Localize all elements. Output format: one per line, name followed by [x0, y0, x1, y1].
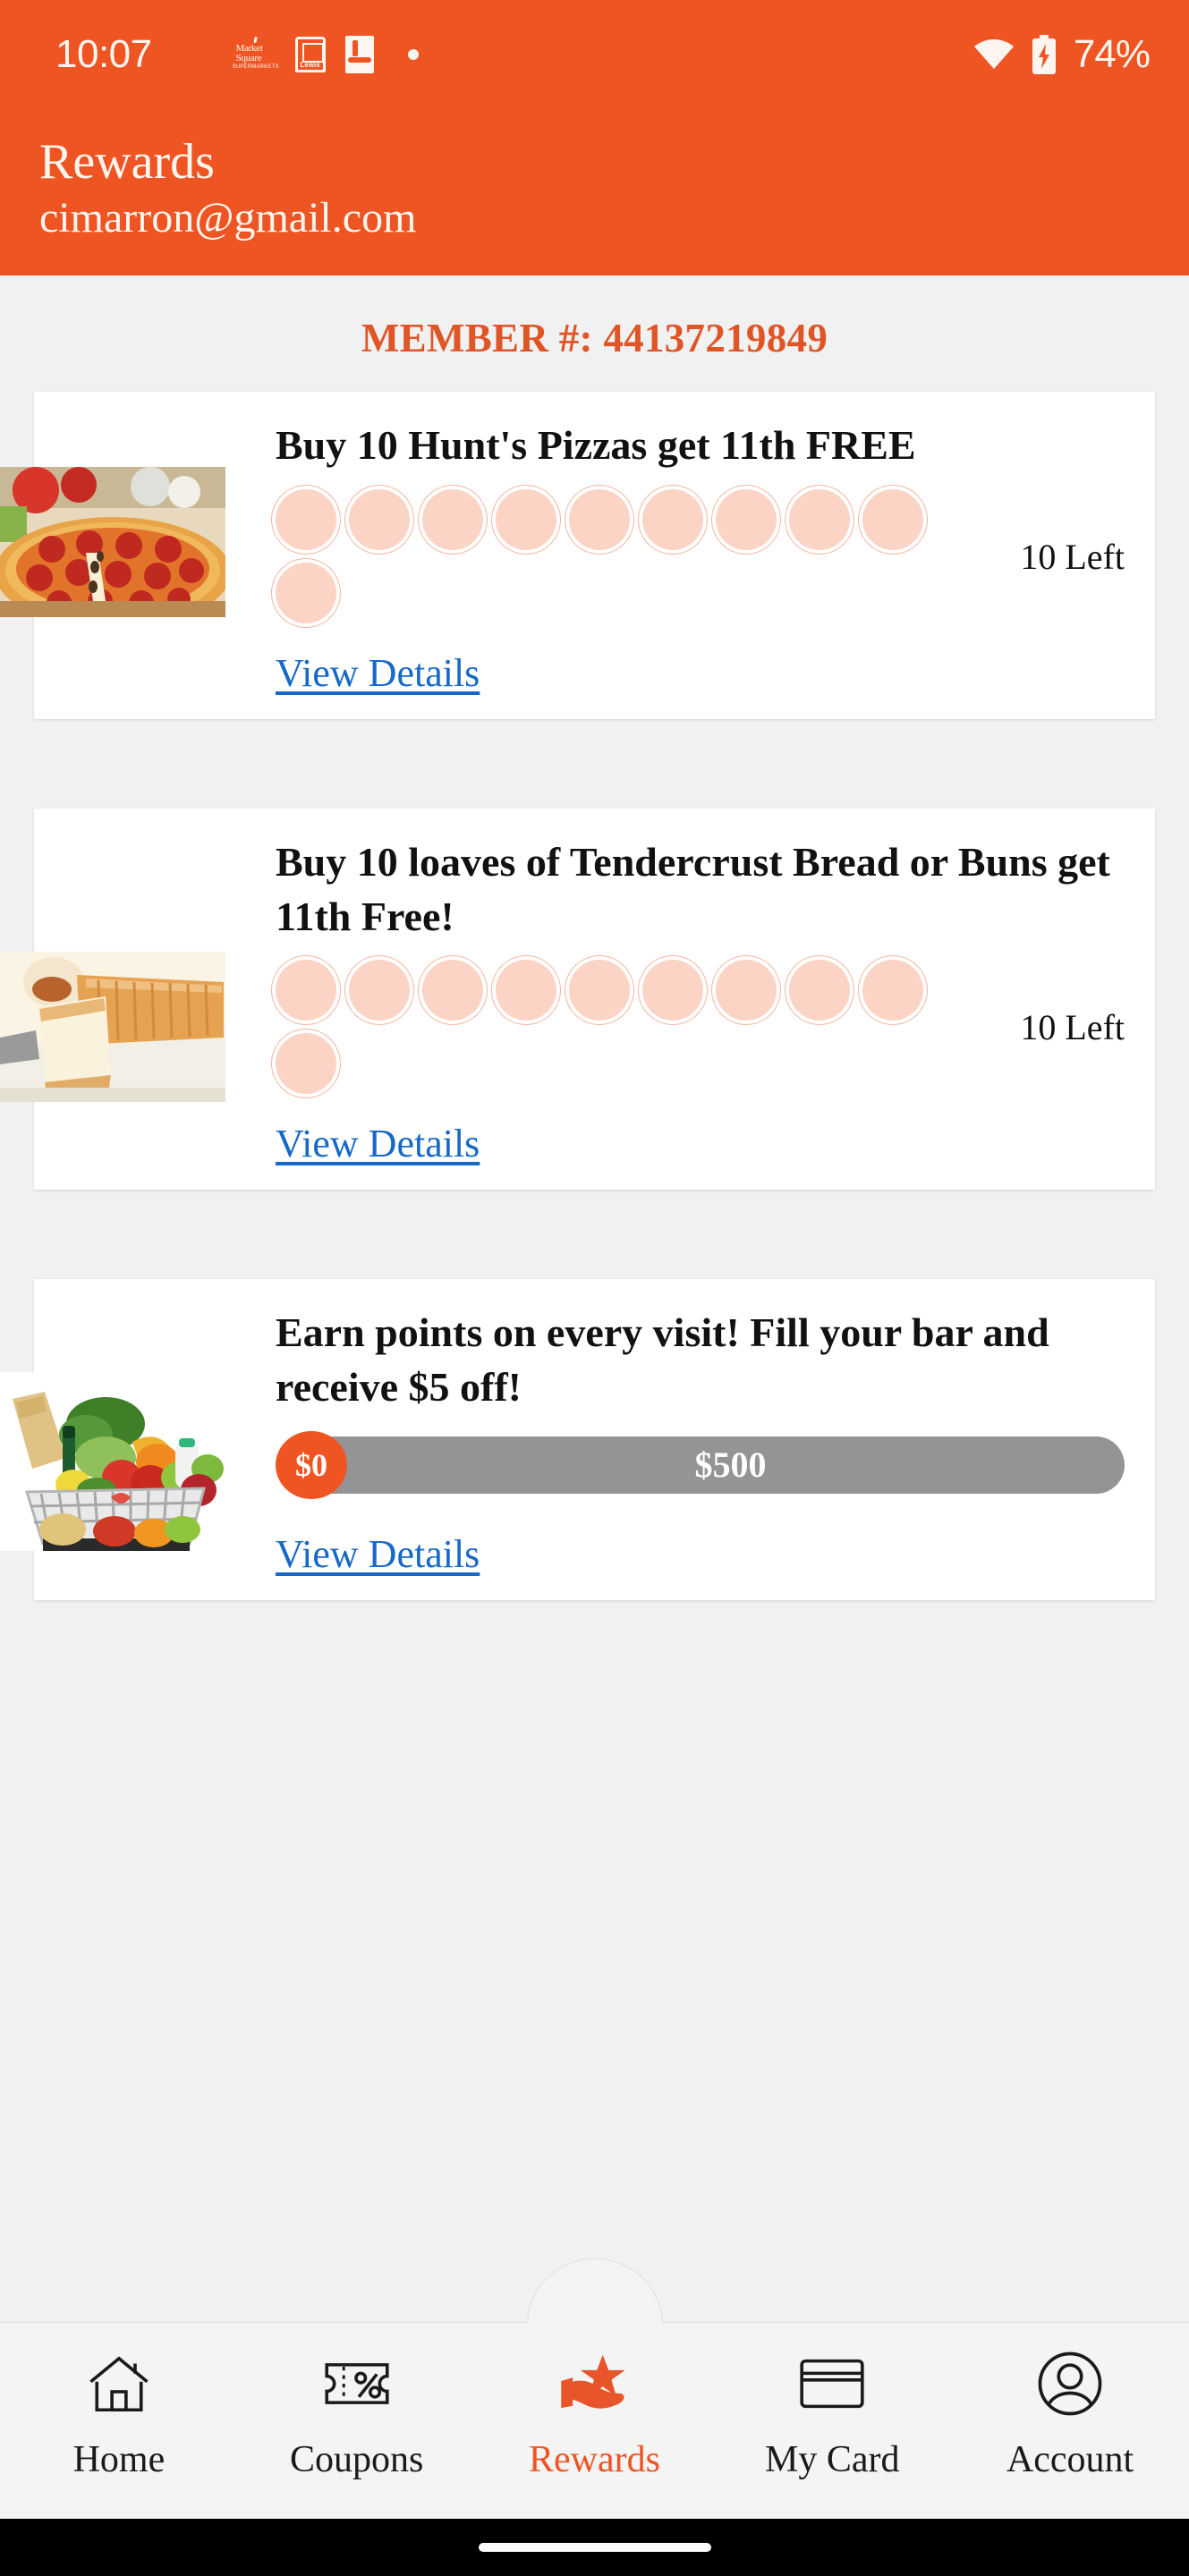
- app-header: Rewards cimarron@gmail.com: [0, 109, 1189, 276]
- progress-goal-label: $500: [694, 1445, 767, 1486]
- notch-mask: [525, 2323, 664, 2332]
- points-progress-bar[interactable]: $500 $0: [276, 1430, 1125, 1499]
- member-number: MEMBER #: 44137219849: [361, 316, 828, 361]
- bottom-navigation-bar: Home Coupons Rewards My Card Account: [0, 2258, 1189, 2519]
- stamp-progress: 10 Left: [276, 960, 1125, 1095]
- reward-stamp[interactable]: [862, 960, 923, 1021]
- reward-stamp[interactable]: [422, 489, 483, 551]
- grocery-basket-produce-photo: [0, 1372, 225, 1552]
- status-bar-left: 10:07 Market Square SUPERMARKETS Lewis: [55, 32, 973, 77]
- reward-card[interactable]: Earn points on every visit! Fill your ba…: [0, 1279, 1155, 1600]
- reward-stamp[interactable]: [276, 1033, 336, 1095]
- nav-label-my-card: My Card: [765, 2439, 900, 2480]
- reward-stamp[interactable]: [569, 960, 630, 1021]
- reward-title: Buy 10 loaves of Tendercrust Bread or Bu…: [276, 839, 1110, 939]
- reward-title: Earn points on every visit! Fill your ba…: [276, 1309, 1049, 1411]
- strawberry-app-icon: [183, 38, 217, 72]
- pepperoni-pizza-photo: [0, 467, 225, 618]
- reward-stamp[interactable]: [789, 489, 850, 551]
- progress-knob[interactable]: $0: [276, 1430, 347, 1499]
- sliced-bread-loaf-photo: [0, 952, 225, 1103]
- gesture-pill[interactable]: [478, 2543, 711, 2552]
- battery-percent: 74%: [1073, 32, 1151, 76]
- page-title: Rewards: [39, 134, 215, 190]
- reward-stamp[interactable]: [642, 960, 703, 1021]
- status-clock: 10:07: [55, 32, 152, 76]
- reward-stamp[interactable]: [789, 960, 850, 1021]
- reward-stamp[interactable]: [349, 960, 410, 1021]
- stamps-remaining-label: 10 Left: [1020, 1006, 1125, 1047]
- member-number-row: MEMBER #: 44137219849: [0, 275, 1189, 392]
- person-circle-icon: [1032, 2346, 1108, 2421]
- battery-charging-icon: [1031, 35, 1057, 74]
- reward-stamp[interactable]: [349, 489, 410, 551]
- stamps-remaining-label: 10 Left: [1020, 536, 1125, 577]
- nav-label-account: Account: [1006, 2439, 1134, 2480]
- view-details-link[interactable]: View Details: [276, 1121, 480, 1166]
- stamp-progress: 10 Left: [276, 489, 1125, 624]
- nav-item-home[interactable]: Home: [0, 2346, 238, 2479]
- nav-item-rewards[interactable]: Rewards: [476, 2346, 714, 2479]
- reward-stamp[interactable]: [642, 489, 703, 551]
- market-square-supermarkets-icon: Market Square SUPERMARKETS: [233, 36, 278, 72]
- lewis-cart-icon: Lewis: [294, 37, 326, 72]
- reward-stamp[interactable]: [716, 489, 777, 551]
- reward-card[interactable]: Buy 10 Hunt's Pizzas get 11th FREE 10 Le…: [0, 392, 1155, 720]
- stamp-grid: [276, 960, 984, 1095]
- reward-stamp[interactable]: [862, 489, 923, 551]
- nav-label-rewards: Rewards: [529, 2439, 660, 2480]
- nav-item-account[interactable]: Account: [951, 2346, 1189, 2479]
- nav-item-coupons[interactable]: Coupons: [238, 2346, 476, 2479]
- reward-stamp[interactable]: [569, 489, 630, 551]
- status-bar-right: 74%: [973, 32, 1151, 77]
- reward-title: Buy 10 Hunt's Pizzas get 11th FREE: [276, 422, 916, 469]
- reward-stamp[interactable]: [716, 960, 777, 1021]
- reward-stamp[interactable]: [496, 489, 556, 551]
- champagnes-market-icon: [344, 36, 374, 73]
- progress-current-label: $0: [295, 1446, 327, 1483]
- more-notifications-dot: [407, 49, 419, 60]
- wifi-icon: [973, 38, 1015, 71]
- reward-stamp[interactable]: [496, 960, 556, 1021]
- reward-stamp[interactable]: [276, 960, 336, 1021]
- system-gesture-bar: [0, 2519, 1189, 2576]
- reward-stamp[interactable]: [276, 563, 336, 624]
- nav-label-coupons: Coupons: [290, 2439, 424, 2480]
- reward-stamp[interactable]: [422, 960, 483, 1021]
- progress-track: $500: [301, 1436, 1125, 1494]
- stamp-grid: [276, 489, 984, 624]
- hand-star-rewards-icon: [556, 2346, 632, 2421]
- account-email: cimarron@gmail.com: [39, 193, 417, 242]
- reward-stamp[interactable]: [276, 489, 336, 551]
- nav-item-my-card[interactable]: My Card: [713, 2346, 951, 2479]
- nav-label-home: Home: [72, 2439, 166, 2480]
- status-bar: 10:07 Market Square SUPERMARKETS Lewis 7…: [0, 0, 1189, 109]
- view-details-link[interactable]: View Details: [276, 1531, 480, 1577]
- coupon-percent-icon: [319, 2346, 395, 2421]
- reward-card[interactable]: Buy 10 loaves of Tendercrust Bread or Bu…: [0, 809, 1155, 1191]
- rewards-list: Buy 10 Hunt's Pizzas get 11th FREE 10 Le…: [0, 392, 1189, 1600]
- home-icon: [81, 2346, 157, 2421]
- credit-card-icon: [794, 2346, 870, 2421]
- view-details-link[interactable]: View Details: [276, 650, 480, 696]
